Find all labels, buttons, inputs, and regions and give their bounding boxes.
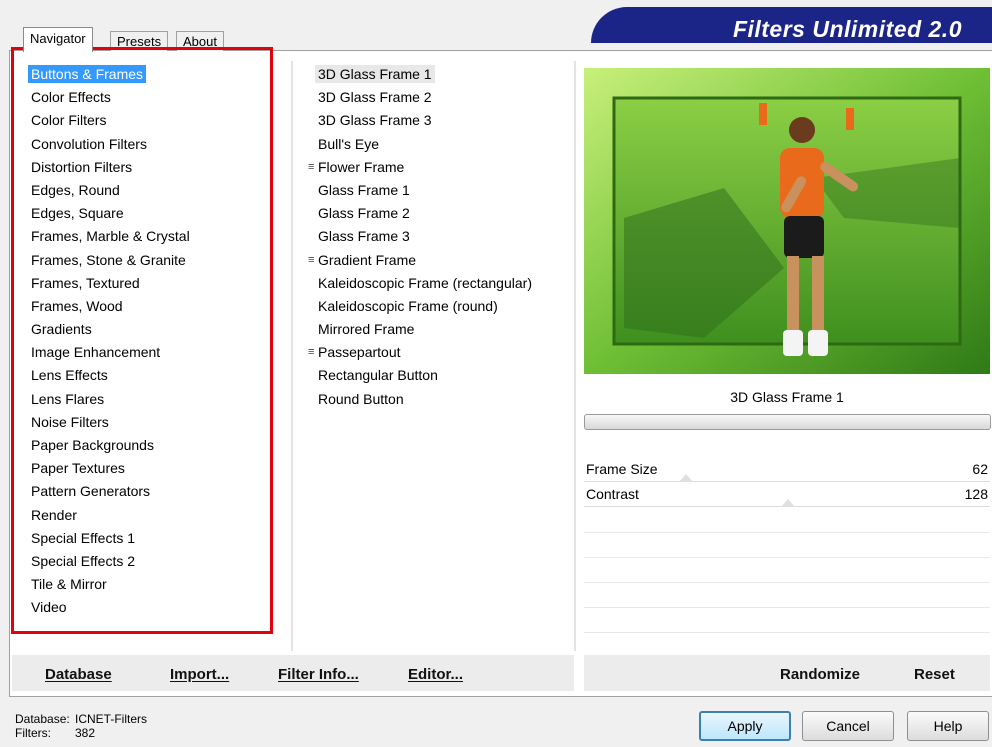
- filter-item[interactable]: Round Button: [305, 388, 532, 411]
- help-button[interactable]: Help: [907, 711, 989, 741]
- parameter-value: 128: [964, 486, 988, 502]
- grip-icon: ≡: [308, 253, 315, 266]
- filter-item[interactable]: 3D Glass Frame 3: [305, 109, 532, 132]
- filter-label: Glass Frame 2: [318, 205, 410, 222]
- filter-label: 3D Glass Frame 2: [318, 89, 432, 106]
- parameter-label: Frame Size: [586, 461, 658, 477]
- parameter-list: Frame Size 62 Contrast 128: [584, 457, 990, 507]
- filter-item[interactable]: Bull's Eye: [305, 133, 532, 156]
- filter-item[interactable]: Kaleidoscopic Frame (round): [305, 295, 532, 318]
- apply-button[interactable]: Apply: [699, 711, 791, 741]
- progress-bar: [584, 414, 991, 430]
- filter-label: Glass Frame 1: [318, 181, 410, 198]
- empty-parameter-rows: [584, 508, 990, 633]
- filter-label: Flower Frame: [318, 158, 405, 175]
- filter-item[interactable]: Kaleidoscopic Frame (rectangular): [305, 272, 532, 295]
- database-status-label: Database:: [15, 712, 70, 726]
- grip-icon: ≡: [308, 346, 315, 359]
- import-link[interactable]: Import...: [170, 666, 229, 683]
- filter-label: Round Button: [318, 390, 404, 407]
- parameter-contrast[interactable]: Contrast 128: [584, 482, 990, 507]
- filter-item[interactable]: ≡ Passepartout: [305, 341, 532, 364]
- preview-filter-name: 3D Glass Frame 1: [730, 389, 844, 405]
- filter-item[interactable]: Glass Frame 2: [305, 202, 532, 225]
- reset-link[interactable]: Reset: [914, 666, 955, 683]
- filter-label: Bull's Eye: [318, 135, 380, 152]
- status-area: Database: ICNET-Filters Filters: 382: [15, 712, 147, 740]
- filter-info-link[interactable]: Filter Info...: [278, 666, 359, 683]
- title-banner: Filters Unlimited 2.0: [591, 7, 992, 43]
- column-divider: [291, 61, 293, 651]
- filter-item[interactable]: Glass Frame 1: [305, 179, 532, 202]
- database-status-value: ICNET-Filters: [75, 712, 147, 726]
- filters-status-label: Filters:: [15, 726, 51, 740]
- filter-label: 3D Glass Frame 1: [315, 65, 435, 83]
- parameter-frame-size[interactable]: Frame Size 62: [584, 457, 990, 482]
- filter-label: Mirrored Frame: [318, 321, 415, 338]
- filter-list[interactable]: 3D Glass Frame 1 3D Glass Frame 2 3D Glass…: [305, 63, 532, 411]
- filter-item[interactable]: Mirrored Frame: [305, 318, 532, 341]
- filter-label: 3D Glass Frame 3: [318, 112, 432, 129]
- preview-photo: [584, 68, 990, 374]
- preview-image: [584, 68, 990, 374]
- filter-item[interactable]: Rectangular Button: [305, 364, 532, 387]
- tab-navigator[interactable]: Navigator: [23, 27, 93, 52]
- parameter-value: 62: [972, 461, 988, 477]
- highlight-box: [11, 47, 273, 634]
- filter-label: Glass Frame 3: [318, 228, 410, 245]
- randomize-link[interactable]: Randomize: [780, 666, 860, 683]
- parameter-label: Contrast: [586, 486, 639, 502]
- database-link[interactable]: Database: [45, 666, 112, 683]
- slider-thumb[interactable]: [679, 474, 694, 482]
- grip-icon: ≡: [308, 160, 315, 173]
- filter-label: Passepartout: [318, 344, 401, 361]
- filter-label: Gradient Frame: [318, 251, 417, 268]
- slider-thumb[interactable]: [780, 499, 795, 507]
- filter-item[interactable]: ≡ Gradient Frame: [305, 249, 532, 272]
- banner-title: Filters Unlimited 2.0: [732, 16, 962, 42]
- filter-label: Rectangular Button: [318, 367, 438, 384]
- filter-item[interactable]: 3D Glass Frame 1: [305, 63, 532, 86]
- column-divider: [574, 61, 576, 651]
- filter-label: Kaleidoscopic Frame (round): [318, 297, 498, 314]
- filter-item[interactable]: 3D Glass Frame 2: [305, 86, 532, 109]
- cancel-button[interactable]: Cancel: [802, 711, 894, 741]
- filter-label: Kaleidoscopic Frame (rectangular): [318, 274, 532, 291]
- filter-item[interactable]: Glass Frame 3: [305, 225, 532, 248]
- filter-item[interactable]: ≡ Flower Frame: [305, 156, 532, 179]
- filters-status-value: 382: [75, 726, 96, 740]
- editor-link[interactable]: Editor...: [408, 666, 463, 683]
